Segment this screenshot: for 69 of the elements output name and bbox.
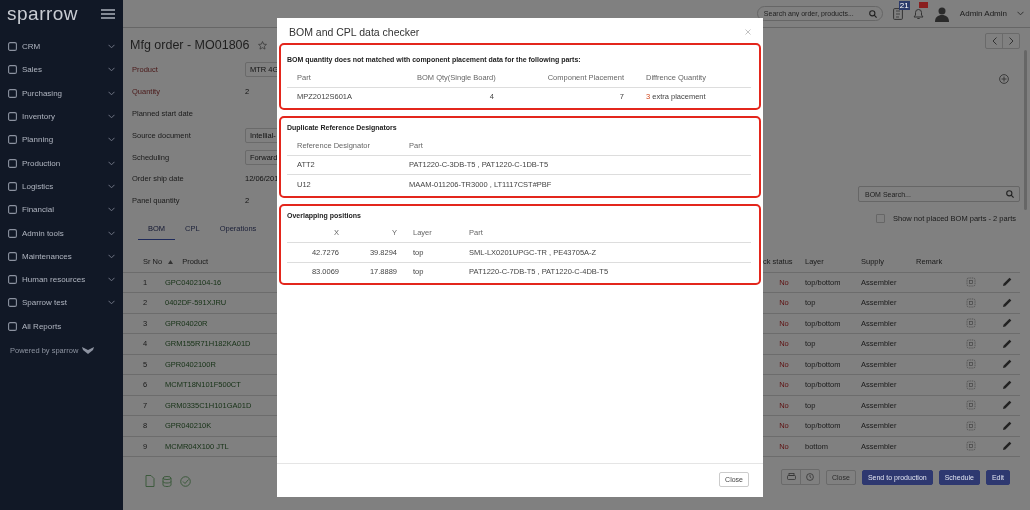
chevron-left-icon: [991, 37, 997, 45]
chip-icon[interactable]: [966, 277, 976, 288]
nav-item[interactable]: All Reports: [0, 314, 123, 338]
sort-arrow-icon[interactable]: [168, 259, 174, 264]
modal-title: BOM and CPL data checker: [289, 26, 420, 38]
square-icon: [8, 135, 17, 145]
notification-badge-icon: [918, 1, 928, 8]
nav-item[interactable]: Purchasing: [0, 81, 123, 105]
chip-icon[interactable]: [966, 379, 976, 390]
chip-icon[interactable]: [966, 338, 976, 349]
chip-icon[interactable]: [966, 297, 976, 308]
checkbox[interactable]: [876, 214, 885, 223]
chevron-down-icon[interactable]: [1017, 11, 1024, 16]
task-count-badge: 21: [898, 1, 910, 10]
square-icon: [8, 275, 17, 285]
pencil-icon[interactable]: [1002, 379, 1012, 390]
square-icon: [8, 228, 17, 238]
nav-item[interactable]: Sales: [0, 58, 123, 82]
avatar-icon[interactable]: [933, 5, 950, 22]
nav-item[interactable]: Planning: [0, 128, 123, 152]
search-icon: [868, 10, 877, 18]
clock-icon: [806, 473, 814, 481]
square-icon: [8, 251, 17, 261]
logo: sparrow: [7, 3, 79, 25]
nav-item[interactable]: Sparrow test: [0, 291, 123, 315]
chip-icon[interactable]: [966, 400, 976, 411]
bell-icon[interactable]: [912, 7, 924, 20]
clipboard-icon[interactable]: [892, 7, 903, 20]
plus-circle-icon[interactable]: [999, 74, 1009, 84]
pencil-icon[interactable]: [1002, 359, 1012, 370]
chevron-right-icon: [1008, 37, 1014, 45]
nav-item[interactable]: Maintenances: [0, 244, 123, 268]
chip-icon[interactable]: [966, 318, 976, 329]
square-icon: [8, 321, 17, 331]
user-menu[interactable]: Admin Admin: [959, 9, 1007, 18]
file-icon[interactable]: [145, 475, 155, 487]
chip-icon[interactable]: [966, 359, 976, 370]
database-icon[interactable]: [162, 475, 173, 487]
chip-icon[interactable]: [966, 441, 976, 452]
nav-item[interactable]: Production: [0, 151, 123, 175]
square-icon: [8, 205, 17, 215]
pencil-icon[interactable]: [1002, 338, 1012, 349]
nav-item[interactable]: Admin tools: [0, 221, 123, 245]
nav-item[interactable]: CRM: [0, 35, 123, 59]
square-icon: [8, 298, 17, 308]
nav-item[interactable]: Inventory: [0, 104, 123, 129]
square-icon: [8, 42, 17, 52]
square-icon: [8, 112, 17, 122]
square-icon: [8, 158, 17, 168]
nav-item[interactable]: Human resources: [0, 267, 123, 292]
pencil-icon[interactable]: [1002, 277, 1012, 288]
pencil-icon[interactable]: [1002, 400, 1012, 411]
pencil-icon[interactable]: [1002, 318, 1012, 329]
pencil-icon[interactable]: [1002, 297, 1012, 308]
square-icon: [8, 88, 17, 98]
close-icon[interactable]: [745, 29, 751, 35]
square-icon: [8, 181, 17, 191]
check-circle-icon[interactable]: [180, 475, 191, 487]
search-icon: [1006, 190, 1014, 198]
nav-item[interactable]: Logistics: [0, 174, 123, 199]
pencil-icon[interactable]: [1002, 420, 1012, 431]
chip-icon[interactable]: [966, 420, 976, 431]
menu-icon[interactable]: [101, 9, 115, 19]
pencil-icon[interactable]: [1002, 441, 1012, 452]
star-icon[interactable]: [257, 40, 267, 50]
printer-icon: [786, 473, 796, 481]
square-icon: [8, 65, 17, 75]
nav-item[interactable]: Financial: [0, 198, 123, 222]
page-title: Mfg order - MO01806: [130, 38, 250, 52]
